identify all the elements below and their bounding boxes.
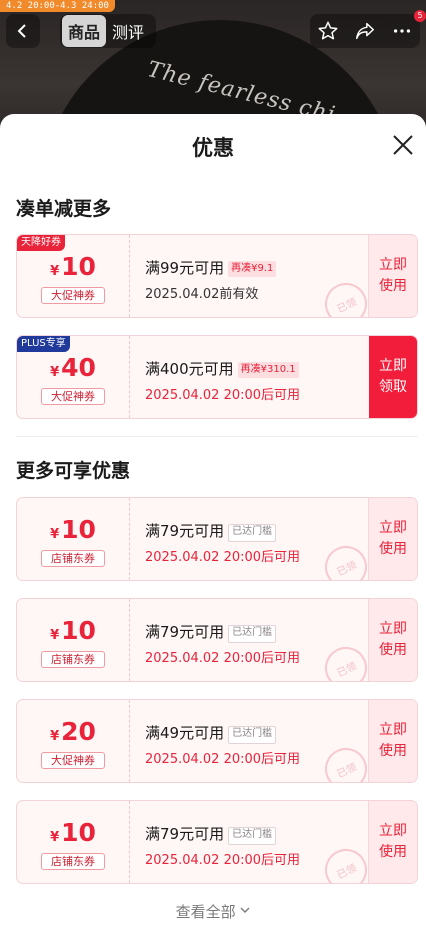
coupon-amount: ¥10 [17, 252, 129, 281]
condition-text: 满99元可用 [145, 259, 225, 277]
amount-value: 20 [61, 717, 96, 746]
currency-symbol: ¥ [50, 628, 60, 643]
coupon-badge: 已达门槛 [228, 827, 277, 845]
sheet-title: 优惠 [192, 136, 234, 160]
coupon-type: 店铺东券 [41, 550, 105, 567]
button-line-2: 领取 [379, 379, 407, 395]
currency-symbol: ¥ [50, 830, 60, 845]
coupon-condition: 满49元可用 已达门槛 [145, 722, 277, 744]
section-title-more: 更多可享优惠 [16, 460, 131, 482]
back-button[interactable] [6, 14, 40, 48]
condition-text: 满49元可用 [145, 724, 225, 742]
coupon-card: ¥10 店铺东券 满79元可用 已达门槛 2025.04.02 20:00后可用 … [16, 598, 418, 682]
coupon-type: 大促神券 [41, 752, 105, 769]
coupon-condition: 满99元可用 再凑¥9.1 [145, 257, 277, 278]
coupon-corner-tag: 天降好券 [17, 235, 65, 251]
amount-value: 10 [61, 818, 96, 847]
coupon-amount: ¥10 [17, 616, 129, 645]
more-icon[interactable] [391, 20, 413, 42]
currency-symbol: ¥ [50, 729, 60, 744]
amount-value: 10 [61, 616, 96, 645]
coupon-amount: ¥40 [17, 353, 129, 382]
coupon-amount: ¥10 [17, 515, 129, 544]
coupon-type: 大促神券 [41, 287, 105, 304]
button-line-1: 立即 [379, 520, 407, 536]
condition-text: 满79元可用 [145, 522, 225, 540]
coupon-condition: 满79元可用 已达门槛 [145, 621, 277, 643]
button-line-2: 使用 [379, 278, 407, 294]
section-title-bundle: 凑单减更多 [16, 198, 112, 220]
coupon-details: 满400元可用 再凑¥310.1 2025.04.02 20:00后可用 [145, 336, 367, 418]
coupon-date: 2025.04.02 20:00后可用 [145, 388, 301, 403]
currency-symbol: ¥ [50, 365, 60, 380]
coupon-condition: 满400元可用 再凑¥310.1 [145, 358, 299, 379]
button-line-1: 立即 [379, 722, 407, 738]
button-line-2: 使用 [379, 541, 407, 557]
button-line-1: 立即 [379, 621, 407, 637]
use-now-button[interactable]: 立即 使用 [368, 801, 417, 883]
coupon-amount: ¥20 [17, 717, 129, 746]
use-now-button[interactable]: 立即 使用 [368, 235, 417, 317]
condition-text: 满79元可用 [145, 825, 225, 843]
tab-product[interactable]: 商品 [62, 15, 107, 47]
button-line-2: 使用 [379, 743, 407, 759]
coupon-value-area: ¥10 店铺东券 [17, 498, 130, 580]
coupon-card: ¥10 大促神券 天降好券 满99元可用 再凑¥9.1 2025.04.02前有效… [16, 234, 418, 318]
coupon-badge: 再凑¥9.1 [228, 261, 277, 277]
coupon-date: 2025.04.02前有效 [145, 287, 259, 302]
amount-value: 10 [61, 252, 96, 281]
condition-text: 满79元可用 [145, 623, 225, 641]
use-now-button[interactable]: 立即 使用 [368, 599, 417, 681]
coupon-badge: 已达门槛 [228, 524, 277, 542]
use-now-button[interactable]: 立即 使用 [368, 498, 417, 580]
coupon-sheet: 优惠 凑单减更多 ¥10 大促神券 天降好券 满99元可用 再凑¥9.1 2025… [0, 114, 426, 929]
button-line-1: 立即 [379, 257, 407, 273]
coupon-card: ¥20 大促神券 满49元可用 已达门槛 2025.04.02 20:00后可用 … [16, 699, 418, 783]
share-icon[interactable] [354, 20, 376, 42]
coupon-card: ¥40 大促神券 PLUS专享 满400元可用 再凑¥310.1 2025.04.… [16, 335, 418, 419]
coupon-type: 大促神券 [41, 388, 105, 405]
button-line-2: 使用 [379, 642, 407, 658]
coupon-date: 2025.04.02 20:00后可用 [145, 752, 301, 767]
chevron-left-icon [17, 24, 26, 38]
section-divider [16, 436, 418, 437]
coupon-date: 2025.04.02 20:00后可用 [145, 651, 301, 666]
coupon-badge: 已达门槛 [228, 625, 277, 643]
top-actions [310, 14, 420, 48]
use-now-button[interactable]: 立即 使用 [368, 700, 417, 782]
coupon-badge: 已达门槛 [228, 726, 277, 744]
see-all-button[interactable]: 查看全部 [0, 901, 426, 922]
star-icon[interactable] [317, 20, 339, 42]
coupon-value-area: ¥10 店铺东券 [17, 599, 130, 681]
button-line-1: 立即 [379, 823, 407, 839]
coupon-corner-tag: PLUS专享 [17, 336, 70, 352]
coupon-condition: 满79元可用 已达门槛 [145, 823, 277, 845]
coupon-badge: 再凑¥310.1 [237, 362, 299, 378]
notification-badge: 5 [414, 10, 426, 22]
currency-symbol: ¥ [50, 264, 60, 279]
coupon-card: ¥10 店铺东券 满79元可用 已达门槛 2025.04.02 20:00后可用 … [16, 800, 418, 884]
amount-value: 10 [61, 515, 96, 544]
claim-now-button[interactable]: 立即 领取 [369, 336, 417, 418]
amount-value: 40 [61, 353, 96, 382]
top-tabs: 商品 测评 [60, 14, 157, 48]
tab-reviews[interactable]: 测评 [106, 15, 150, 47]
coupon-date: 2025.04.02 20:00后可用 [145, 550, 301, 565]
currency-symbol: ¥ [50, 527, 60, 542]
coupon-card: ¥10 店铺东券 满79元可用 已达门槛 2025.04.02 20:00后可用 … [16, 497, 418, 581]
coupon-amount: ¥10 [17, 818, 129, 847]
see-all-label: 查看全部 [175, 903, 236, 921]
button-line-1: 立即 [379, 358, 407, 374]
promo-time-strip: 4.2 20:00-4.3 24:00 [0, 0, 115, 12]
button-line-2: 使用 [379, 844, 407, 860]
coupon-type: 店铺东券 [41, 651, 105, 668]
coupon-date: 2025.04.02 20:00后可用 [145, 853, 301, 868]
coupon-condition: 满79元可用 已达门槛 [145, 520, 277, 542]
coupon-value-area: ¥20 大促神券 [17, 700, 130, 782]
condition-text: 满400元可用 [145, 360, 234, 378]
close-icon[interactable] [388, 130, 418, 160]
coupon-type: 店铺东券 [41, 853, 105, 870]
chevron-down-icon [240, 907, 250, 913]
coupon-value-area: ¥10 店铺东券 [17, 801, 130, 883]
